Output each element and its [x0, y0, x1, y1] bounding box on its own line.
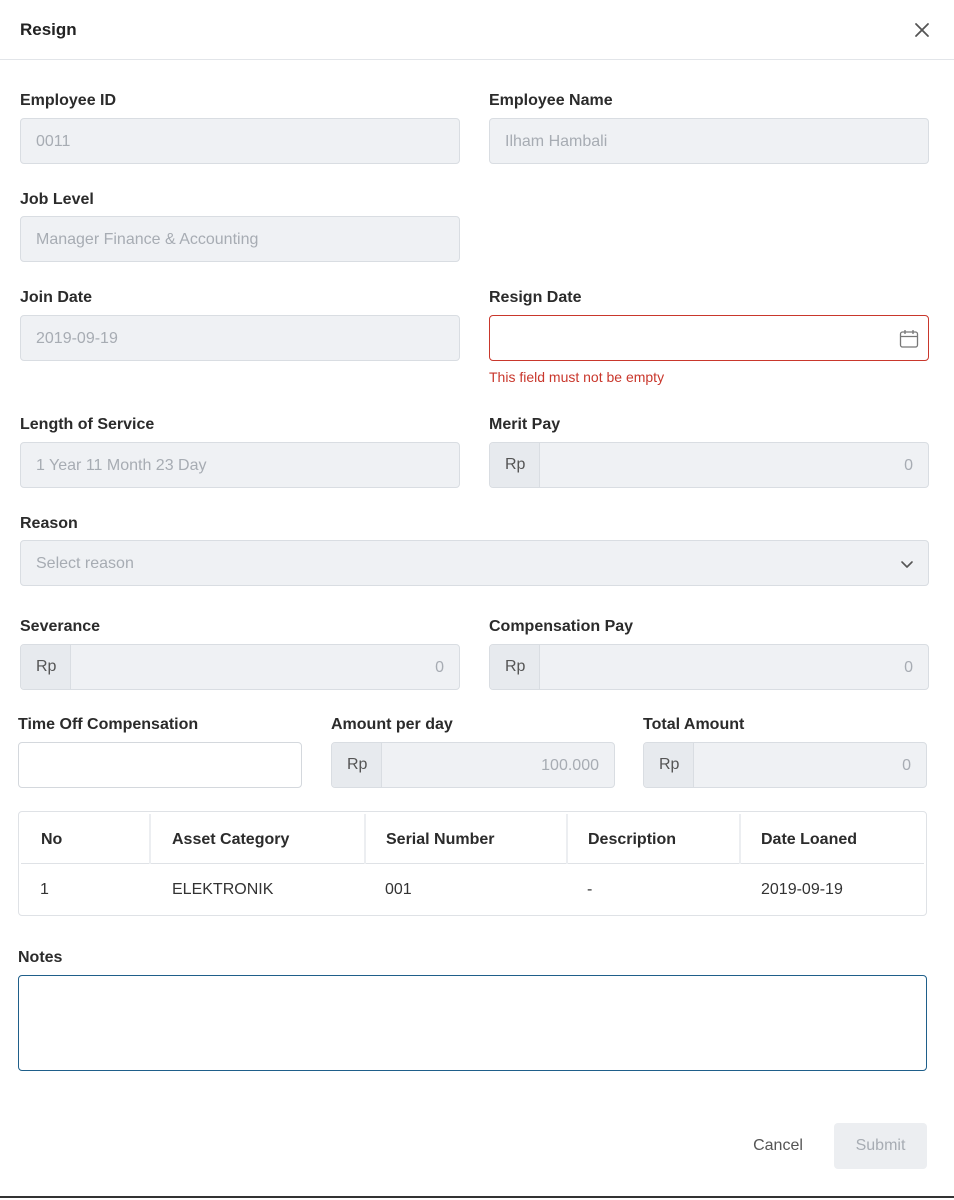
compensation-pay-label: Compensation Pay [489, 618, 634, 635]
resign-dialog: Resign Employee ID 0011 Employee Name Il… [0, 0, 954, 1198]
severance-label: Severance [20, 618, 101, 635]
close-icon[interactable] [912, 20, 932, 40]
table-cell-no: 1 [40, 881, 49, 898]
dialog-header: Resign [0, 0, 954, 60]
join-date-label: Join Date [20, 289, 93, 306]
notes-label: Notes [18, 949, 63, 966]
submit-button[interactable]: Submit [834, 1123, 927, 1169]
employee-name-field[interactable]: Ilham Hambali [489, 118, 929, 164]
table-cell-serial-number: 001 [385, 881, 412, 898]
join-date-field[interactable]: 2019-09-19 [20, 315, 460, 361]
severance-field[interactable]: Rp 0 [20, 644, 460, 690]
total-amount-currency-prefix: Rp [644, 743, 694, 787]
dialog-title: Resign [20, 20, 77, 39]
table-cell-description: - [587, 881, 593, 898]
join-date-value: 2019-09-19 [36, 330, 118, 347]
amount-per-day-currency-prefix: Rp [332, 743, 382, 787]
compensation-pay-field[interactable]: Rp 0 [489, 644, 929, 690]
merit-pay-label: Merit Pay [489, 416, 561, 433]
length-of-service-value: 1 Year 11 Month 23 Day [36, 457, 207, 474]
merit-pay-currency-prefix: Rp [490, 443, 540, 487]
total-amount-value: 0 [902, 757, 911, 774]
asset-table-header: No Asset Category Serial Number Descript… [21, 814, 924, 864]
severance-currency-prefix: Rp [21, 645, 71, 689]
asset-table: No Asset Category Serial Number Descript… [18, 811, 927, 916]
total-amount-field[interactable]: Rp 0 [643, 742, 927, 788]
employee-id-field[interactable]: 0011 [20, 118, 460, 164]
length-of-service-label: Length of Service [20, 416, 155, 433]
column-header-date-loaned[interactable]: Date Loaned [741, 814, 924, 864]
employee-name-value: Ilham Hambali [505, 133, 608, 150]
amount-per-day-label: Amount per day [331, 716, 453, 733]
reason-placeholder: Select reason [36, 555, 134, 572]
compensation-pay-currency-prefix: Rp [490, 645, 540, 689]
length-of-service-field[interactable]: 1 Year 11 Month 23 Day [20, 442, 460, 488]
column-header-serial-number[interactable]: Serial Number [366, 814, 568, 864]
table-cell-date-loaned: 2019-09-19 [761, 881, 843, 898]
reason-select[interactable]: Select reason [20, 540, 929, 586]
job-level-value: Manager Finance & Accounting [36, 231, 259, 248]
resign-date-error: This field must not be empty [489, 369, 665, 385]
severance-value: 0 [435, 659, 444, 676]
calendar-icon[interactable] [899, 329, 919, 354]
reason-label: Reason [20, 515, 78, 532]
time-off-compensation-input[interactable] [18, 742, 302, 788]
amount-per-day-value: 100.000 [541, 757, 599, 774]
resign-date-field[interactable] [489, 315, 929, 361]
total-amount-label: Total Amount [643, 716, 745, 733]
resign-date-label: Resign Date [489, 289, 582, 306]
merit-pay-value: 0 [904, 457, 913, 474]
job-level-label: Job Level [20, 191, 94, 208]
amount-per-day-field[interactable]: Rp 100.000 [331, 742, 615, 788]
merit-pay-field[interactable]: Rp 0 [489, 442, 929, 488]
compensation-pay-value: 0 [904, 659, 913, 676]
column-header-description[interactable]: Description [568, 814, 741, 864]
employee-id-label: Employee ID [20, 92, 117, 109]
table-cell-asset-category: ELEKTRONIK [172, 881, 274, 898]
column-header-no[interactable]: No [21, 814, 151, 864]
time-off-compensation-label: Time Off Compensation [18, 716, 199, 733]
cancel-button[interactable]: Cancel [736, 1124, 820, 1168]
employee-name-label: Employee Name [489, 92, 613, 109]
notes-textarea[interactable] [18, 975, 927, 1071]
chevron-down-icon [899, 556, 915, 577]
job-level-field[interactable]: Manager Finance & Accounting [20, 216, 460, 262]
column-header-asset-category[interactable]: Asset Category [152, 814, 366, 864]
employee-id-value: 0011 [36, 133, 71, 150]
